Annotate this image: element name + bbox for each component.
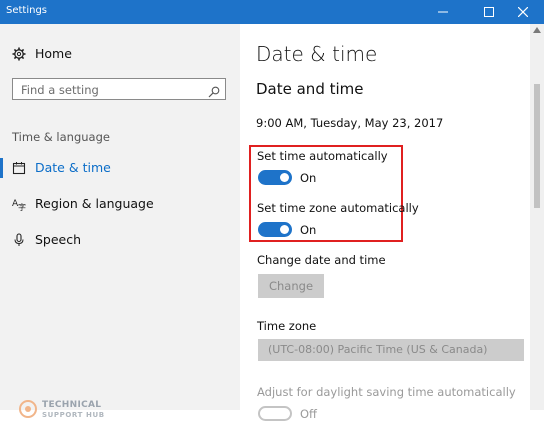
home-label: Home: [35, 46, 72, 61]
active-indicator: [0, 158, 3, 178]
dst-toggle[interactable]: [258, 406, 292, 421]
change-button[interactable]: Change: [258, 274, 324, 298]
toggle-knob: [280, 225, 289, 234]
set-timezone-auto-state: On: [300, 223, 317, 237]
watermark-logo: TECHNICAL SUPPORT HUB: [18, 398, 158, 424]
dst-label: Adjust for daylight saving time automati…: [257, 385, 516, 399]
sidebar-item-label: Region & language: [35, 196, 154, 211]
watermark-icon: [19, 400, 37, 418]
toggle-knob: [280, 173, 289, 182]
svg-text:字: 字: [18, 202, 26, 211]
minimize-button[interactable]: [428, 0, 458, 24]
scrollbar-thumb[interactable]: [534, 84, 540, 208]
timezone-value: (UTC-08:00) Pacific Time (US & Canada): [268, 343, 488, 356]
calendar-icon: [12, 161, 26, 175]
section-heading: Time & language: [12, 130, 110, 144]
current-datetime: 9:00 AM, Tuesday, May 23, 2017: [256, 116, 444, 130]
gear-icon: [12, 47, 26, 61]
set-timezone-auto-label: Set time zone automatically: [257, 201, 419, 215]
window-title: Settings: [6, 5, 48, 16]
microphone-icon: [12, 233, 26, 247]
sidebar-item-home[interactable]: Home: [0, 40, 240, 68]
set-time-auto-toggle[interactable]: [258, 170, 292, 185]
change-date-time-label: Change date and time: [257, 253, 386, 267]
dst-state: Off: [300, 407, 317, 421]
main-content: Date & time Date and time 9:00 AM, Tuesd…: [240, 24, 530, 421]
sidebar: Home Find a setting Time & language Date…: [0, 24, 240, 419]
section-title: Date and time: [256, 80, 364, 98]
watermark-line1: TECHNICAL: [42, 400, 102, 410]
scroll-up-icon: [533, 27, 541, 33]
timezone-label: Time zone: [257, 319, 317, 333]
search-icon[interactable]: [208, 83, 220, 102]
maximize-button[interactable]: [474, 0, 504, 24]
set-time-auto-state: On: [300, 171, 317, 185]
timezone-select[interactable]: (UTC-08:00) Pacific Time (US & Canada): [258, 339, 524, 361]
set-time-auto-label: Set time automatically: [257, 149, 388, 163]
sidebar-item-region-language[interactable]: A字 Region & language: [0, 190, 240, 218]
sidebar-item-date-time[interactable]: Date & time: [0, 154, 240, 182]
page-title: Date & time: [256, 42, 378, 66]
search-input[interactable]: Find a setting: [12, 78, 226, 100]
sidebar-item-label: Date & time: [35, 160, 111, 175]
watermark-line2: SUPPORT HUB: [42, 411, 105, 419]
search-placeholder: Find a setting: [21, 83, 99, 97]
minimize-icon: [438, 11, 448, 13]
set-timezone-auto-toggle[interactable]: [258, 222, 292, 237]
sidebar-item-label: Speech: [35, 232, 82, 247]
title-bar: Settings: [0, 0, 544, 24]
region-language-icon: A字: [12, 197, 26, 211]
scrollbar[interactable]: [530, 24, 544, 410]
sidebar-item-speech[interactable]: Speech: [0, 226, 240, 254]
maximize-icon: [484, 7, 494, 17]
close-button[interactable]: [508, 0, 538, 24]
close-icon: [518, 7, 528, 17]
